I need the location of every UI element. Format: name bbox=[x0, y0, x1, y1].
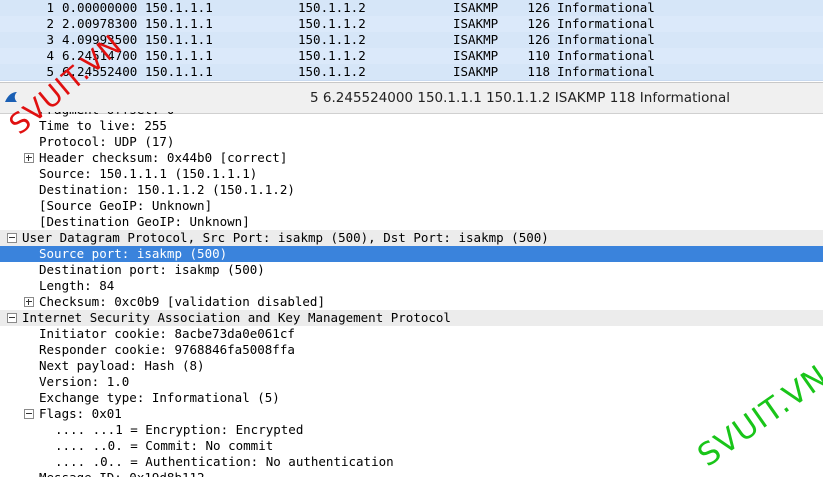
tree-item[interactable]: Next payload: Hash (8) bbox=[0, 358, 823, 374]
packet-title-bar: 5 6.245524000 150.1.1.1 150.1.1.2 ISAKMP… bbox=[0, 82, 823, 114]
packet-destination: 150.1.1.2 bbox=[298, 0, 366, 15]
tree-item-label: [Destination GeoIP: Unknown] bbox=[39, 214, 250, 229]
packet-length: 126 bbox=[527, 32, 550, 47]
tree-item-label: [Source GeoIP: Unknown] bbox=[39, 198, 213, 213]
tree-item-label: Flags: 0x01 bbox=[39, 406, 122, 421]
packet-row[interactable]: 5 6.24552400 150.1.1.1 150.1.1.2 ISAKMP 118 In… bbox=[0, 64, 823, 81]
tree-item[interactable]: Exchange type: Informational (5) bbox=[0, 390, 823, 406]
tree-item-label: .... ...1 = Encryption: Encrypted bbox=[55, 422, 304, 437]
packet-source: 150.1.1.1 bbox=[145, 48, 213, 63]
tree-item[interactable]: Checksum: 0xc0b9 [validation disabled] bbox=[0, 294, 823, 310]
packet-protocol: ISAKMP bbox=[453, 32, 499, 47]
packet-source: 150.1.1.1 bbox=[145, 16, 213, 31]
tree-item-selected[interactable]: Source port: isakmp (500) bbox=[0, 246, 823, 262]
tree-item[interactable]: Message ID: 0x19d8b112 bbox=[0, 470, 823, 477]
packet-destination: 150.1.1.2 bbox=[298, 64, 366, 79]
tree-item-label: .... ..0. = Commit: No commit bbox=[55, 438, 274, 453]
packet-info: Informational bbox=[557, 48, 655, 63]
tree-item[interactable]: Responder cookie: 9768846fa5008ffa bbox=[0, 342, 823, 358]
tree-item[interactable]: Destination port: isakmp (500) bbox=[0, 262, 823, 278]
tree-item[interactable]: .... ...1 = Encryption: Encrypted bbox=[0, 422, 823, 438]
packet-length: 126 bbox=[527, 16, 550, 31]
tree-item-label: Version: 1.0 bbox=[39, 374, 130, 389]
packet-source: 150.1.1.1 bbox=[145, 32, 213, 47]
tree-item[interactable]: Flags: 0x01 bbox=[0, 406, 823, 422]
tree-item-label: User Datagram Protocol, Src Port: isakmp… bbox=[22, 230, 549, 245]
tree-item-label: Header checksum: 0x44b0 [correct] bbox=[39, 150, 288, 165]
packet-time: 2.00978300 bbox=[62, 16, 138, 31]
collapse-icon[interactable] bbox=[7, 233, 17, 243]
packet-row[interactable]: 2 2.00978300 150.1.1.1 150.1.1.2 ISAKMP 126 In… bbox=[0, 16, 823, 33]
collapse-icon[interactable] bbox=[7, 313, 17, 323]
tree-item-label: Length: 84 bbox=[39, 278, 115, 293]
packet-destination: 150.1.1.2 bbox=[298, 32, 366, 47]
packet-info: Informational bbox=[557, 64, 655, 79]
packet-info: Informational bbox=[557, 32, 655, 47]
collapse-icon[interactable] bbox=[24, 409, 34, 419]
packet-no: 1 bbox=[46, 0, 54, 15]
tree-item-label: Initiator cookie: 8acbe73da0e061cf bbox=[39, 326, 295, 341]
packet-title: 5 6.245524000 150.1.1.1 150.1.1.2 ISAKMP… bbox=[310, 90, 730, 106]
tree-item[interactable]: Initiator cookie: 8acbe73da0e061cf bbox=[0, 326, 823, 342]
tree-item[interactable]: Version: 1.0 bbox=[0, 374, 823, 390]
packet-time: 0.00000000 bbox=[62, 0, 138, 15]
packet-protocol: ISAKMP bbox=[453, 64, 499, 79]
packet-no: 4 bbox=[46, 48, 54, 63]
tree-section-header[interactable]: Internet Security Association and Key Ma… bbox=[0, 310, 823, 326]
packet-length: 118 bbox=[527, 64, 550, 79]
tree-section-header[interactable]: User Datagram Protocol, Src Port: isakmp… bbox=[0, 230, 823, 246]
tree-item-label: Responder cookie: 9768846fa5008ffa bbox=[39, 342, 295, 357]
tree-item[interactable]: Source: 150.1.1.1 (150.1.1.1) bbox=[0, 166, 823, 182]
packet-no: 2 bbox=[46, 16, 54, 31]
tree-item-label: Source: 150.1.1.1 (150.1.1.1) bbox=[39, 166, 258, 181]
packet-protocol: ISAKMP bbox=[453, 48, 499, 63]
tree-item[interactable]: Time to live: 255 bbox=[0, 118, 823, 134]
tree-item[interactable]: [Source GeoIP: Unknown] bbox=[0, 198, 823, 214]
packet-list[interactable]: 1 0.00000000 150.1.1.1 150.1.1.2 ISAKMP 126 In… bbox=[0, 0, 823, 81]
packet-row[interactable]: 1 0.00000000 150.1.1.1 150.1.1.2 ISAKMP 126 In… bbox=[0, 0, 823, 17]
tree-item[interactable]: Protocol: UDP (17) bbox=[0, 134, 823, 150]
packet-source: 150.1.1.1 bbox=[145, 64, 213, 79]
packet-source: 150.1.1.1 bbox=[145, 0, 213, 15]
packet-destination: 150.1.1.2 bbox=[298, 16, 366, 31]
packet-details-tree[interactable]: Fragment offset: 0Time to live: 255Proto… bbox=[0, 112, 823, 477]
packet-length: 110 bbox=[527, 48, 550, 63]
tree-item[interactable]: [Destination GeoIP: Unknown] bbox=[0, 214, 823, 230]
packet-protocol: ISAKMP bbox=[453, 0, 499, 15]
packet-info: Informational bbox=[557, 16, 655, 31]
tree-item-label: .... .0.. = Authentication: No authentic… bbox=[55, 454, 394, 469]
tree-item-label: Checksum: 0xc0b9 [validation disabled] bbox=[39, 294, 325, 309]
tree-item[interactable]: Length: 84 bbox=[0, 278, 823, 294]
packet-no: 3 bbox=[46, 32, 54, 47]
tree-item-label: Message ID: 0x19d8b112 bbox=[39, 470, 205, 477]
expand-icon[interactable] bbox=[24, 153, 34, 163]
tree-item-label: Exchange type: Informational (5) bbox=[39, 390, 280, 405]
tree-item-label: Destination: 150.1.1.2 (150.1.1.2) bbox=[39, 182, 295, 197]
tree-item[interactable]: Header checksum: 0x44b0 [correct] bbox=[0, 150, 823, 166]
tree-item-label: Next payload: Hash (8) bbox=[39, 358, 205, 373]
tree-item-label: Internet Security Association and Key Ma… bbox=[22, 310, 451, 325]
packet-destination: 150.1.1.2 bbox=[298, 48, 366, 63]
expand-icon[interactable] bbox=[24, 297, 34, 307]
tree-item-label: Time to live: 255 bbox=[39, 118, 167, 133]
packet-length: 126 bbox=[527, 0, 550, 15]
packet-protocol: ISAKMP bbox=[453, 16, 499, 31]
tree-item[interactable]: Destination: 150.1.1.2 (150.1.1.2) bbox=[0, 182, 823, 198]
packet-info: Informational bbox=[557, 0, 655, 15]
tree-item-label: Protocol: UDP (17) bbox=[39, 134, 175, 149]
tree-item-label: Source port: isakmp (500) bbox=[39, 246, 228, 261]
tree-item-label: Destination port: isakmp (500) bbox=[39, 262, 265, 277]
